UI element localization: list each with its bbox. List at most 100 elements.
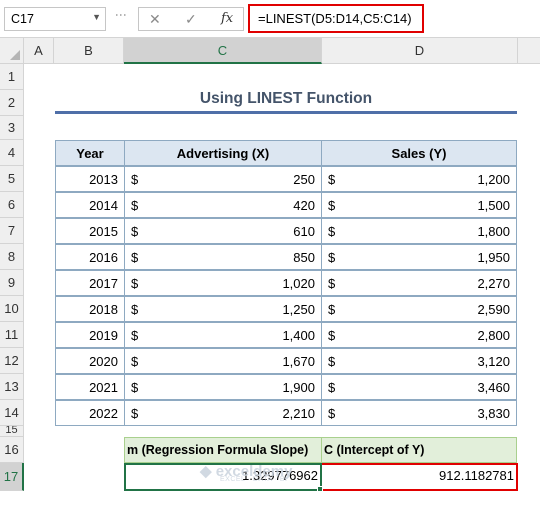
year-cell[interactable]: 2013 — [55, 166, 125, 192]
row-header-3[interactable]: 3 — [0, 116, 24, 140]
sales-cell[interactable]: $1,950 — [321, 244, 517, 270]
column-header-partial[interactable] — [518, 38, 540, 64]
header-sales[interactable]: Sales (Y) — [321, 140, 517, 166]
sales-cell[interactable]: $1,800 — [321, 218, 517, 244]
formula-input[interactable]: =LINEST(D5:D14,C5:C14) — [248, 4, 424, 33]
sales-cell[interactable]: $1,200 — [321, 166, 517, 192]
currency-symbol: $ — [131, 198, 139, 213]
sales-value: 1,500 — [477, 198, 510, 213]
currency-symbol: $ — [131, 250, 139, 265]
row-header-4[interactable]: 4 — [0, 140, 24, 166]
row-header-6[interactable]: 6 — [0, 192, 24, 218]
advertising-value: 2,210 — [282, 406, 315, 421]
row-header-8[interactable]: 8 — [0, 244, 24, 270]
currency-symbol: $ — [328, 406, 336, 421]
sales-value: 1,200 — [477, 172, 510, 187]
more-options-icon[interactable]: ⋮ — [114, 9, 128, 20]
currency-symbol: $ — [328, 250, 336, 265]
column-header-b[interactable]: B — [54, 38, 124, 64]
row-header-5[interactable]: 5 — [0, 166, 24, 192]
year-cell[interactable]: 2014 — [55, 192, 125, 218]
row-header-13[interactable]: 13 — [0, 374, 24, 400]
advertising-value: 420 — [293, 198, 315, 213]
chevron-down-icon[interactable]: ▼ — [92, 12, 101, 22]
column-header-a[interactable]: A — [24, 38, 54, 64]
fill-handle[interactable] — [317, 486, 323, 492]
currency-symbol: $ — [328, 276, 336, 291]
advertising-cell[interactable]: $610 — [124, 218, 322, 244]
advertising-cell[interactable]: $2,210 — [124, 400, 322, 426]
row-header-15[interactable]: 15 — [0, 426, 24, 437]
sales-value: 1,950 — [477, 250, 510, 265]
advertising-value: 1,900 — [282, 380, 315, 395]
row-header-14[interactable]: 14 — [0, 400, 24, 426]
row-header-12[interactable]: 12 — [0, 348, 24, 374]
year-cell[interactable]: 2020 — [55, 348, 125, 374]
row-header-2[interactable]: 2 — [0, 90, 24, 116]
advertising-value: 610 — [293, 224, 315, 239]
slope-header[interactable]: m (Regression Formula Slope) — [124, 437, 322, 463]
advertising-cell[interactable]: $1,020 — [124, 270, 322, 296]
sales-cell[interactable]: $3,830 — [321, 400, 517, 426]
insert-function-icon[interactable]: fx — [221, 11, 233, 26]
currency-symbol: $ — [328, 354, 336, 369]
intercept-header[interactable]: C (Intercept of Y) — [321, 437, 517, 463]
sales-value: 3,830 — [477, 406, 510, 421]
formula-bar: C17 ▼ ⋮ ✕ ✓ fx =LINEST(D5:D14,C5:C14) — [0, 0, 540, 38]
name-box[interactable]: C17 ▼ — [4, 7, 106, 31]
currency-symbol: $ — [131, 380, 139, 395]
year-cell[interactable]: 2022 — [55, 400, 125, 426]
header-year[interactable]: Year — [55, 140, 125, 166]
sales-value: 2,800 — [477, 328, 510, 343]
sales-cell[interactable]: $1,500 — [321, 192, 517, 218]
row-header-7[interactable]: 7 — [0, 218, 24, 244]
advertising-cell[interactable]: $1,400 — [124, 322, 322, 348]
sales-cell[interactable]: $2,270 — [321, 270, 517, 296]
advertising-cell[interactable]: $850 — [124, 244, 322, 270]
row-header-9[interactable]: 9 — [0, 270, 24, 296]
currency-symbol: $ — [131, 328, 139, 343]
currency-symbol: $ — [131, 302, 139, 317]
advertising-value: 1,670 — [282, 354, 315, 369]
row-header-16[interactable]: 16 — [0, 437, 24, 463]
sales-value: 2,270 — [477, 276, 510, 291]
sales-cell[interactable]: $3,460 — [321, 374, 517, 400]
year-cell[interactable]: 2016 — [55, 244, 125, 270]
currency-symbol: $ — [328, 328, 336, 343]
year-cell[interactable]: 2018 — [55, 296, 125, 322]
row-header-17[interactable]: 17 — [0, 463, 24, 491]
advertising-cell[interactable]: $420 — [124, 192, 322, 218]
header-advertising[interactable]: Advertising (X) — [124, 140, 322, 166]
sales-cell[interactable]: $3,120 — [321, 348, 517, 374]
year-cell[interactable]: 2021 — [55, 374, 125, 400]
advertising-cell[interactable]: $1,900 — [124, 374, 322, 400]
advertising-cell[interactable]: $1,670 — [124, 348, 322, 374]
year-cell[interactable]: 2015 — [55, 218, 125, 244]
row-header-10[interactable]: 10 — [0, 296, 24, 322]
sheet-title: Using LINEST Function — [55, 90, 517, 114]
column-header-d[interactable]: D — [322, 38, 518, 64]
sales-value: 3,460 — [477, 380, 510, 395]
sales-value: 2,590 — [477, 302, 510, 317]
advertising-value: 1,250 — [282, 302, 315, 317]
cancel-icon[interactable]: ✕ — [149, 11, 161, 28]
currency-symbol: $ — [131, 224, 139, 239]
advertising-cell[interactable]: $250 — [124, 166, 322, 192]
row-header-1[interactable]: 1 — [0, 64, 24, 90]
year-cell[interactable]: 2017 — [55, 270, 125, 296]
year-cell[interactable]: 2019 — [55, 322, 125, 348]
row-header-11[interactable]: 11 — [0, 322, 24, 348]
column-header-c[interactable]: C — [124, 38, 322, 64]
currency-symbol: $ — [328, 302, 336, 317]
sales-cell[interactable]: $2,800 — [321, 322, 517, 348]
enter-icon[interactable]: ✓ — [185, 11, 197, 28]
select-all-button[interactable] — [0, 38, 24, 64]
advertising-value: 1,020 — [282, 276, 315, 291]
advertising-value: 1,400 — [282, 328, 315, 343]
sales-value: 3,120 — [477, 354, 510, 369]
sales-cell[interactable]: $2,590 — [321, 296, 517, 322]
advertising-cell[interactable]: $1,250 — [124, 296, 322, 322]
formula-text: =LINEST(D5:D14,C5:C14) — [258, 11, 412, 26]
currency-symbol: $ — [131, 354, 139, 369]
active-cell-outline — [124, 463, 322, 491]
